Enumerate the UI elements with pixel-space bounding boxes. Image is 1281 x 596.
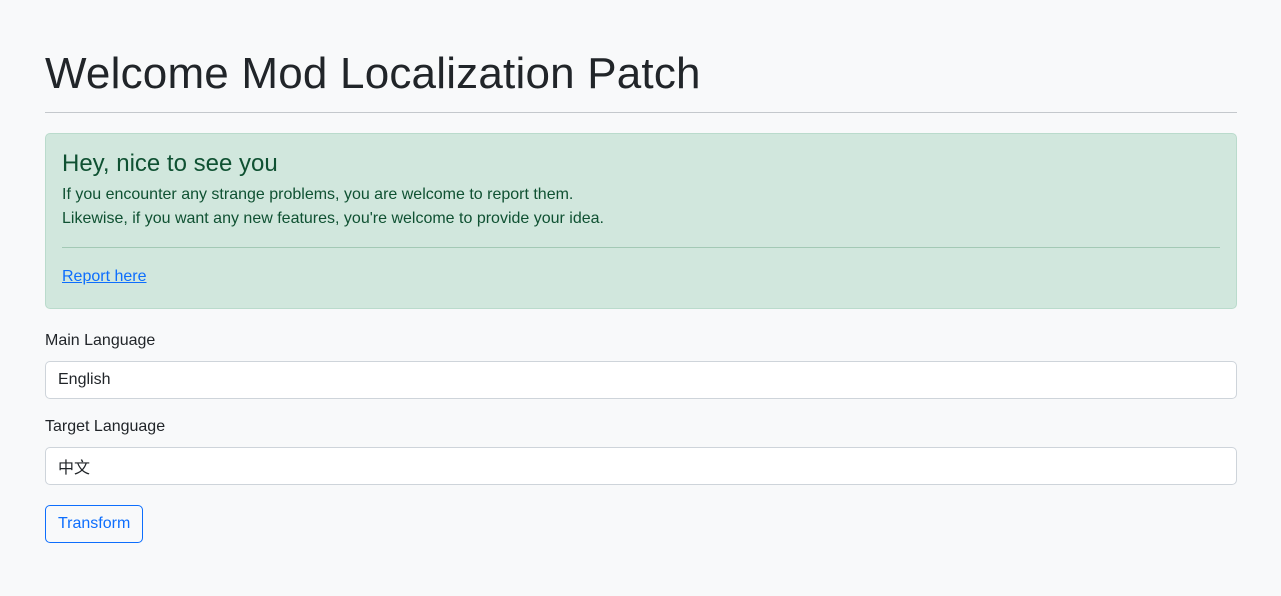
- title-divider: [45, 112, 1237, 113]
- target-language-label: Target Language: [45, 418, 166, 435]
- page-title: Welcome Mod Localization Patch: [45, 49, 701, 98]
- main-language-input[interactable]: [45, 361, 1237, 399]
- alert-message-line-1: If you encounter any strange problems, y…: [62, 186, 574, 203]
- alert-divider: [62, 247, 1220, 248]
- alert-message-line-2: Likewise, if you want any new features, …: [62, 210, 604, 227]
- main-language-label: Main Language: [45, 332, 156, 349]
- target-language-input[interactable]: [45, 447, 1237, 485]
- success-alert: Hey, nice to see you If you encounter an…: [45, 133, 1237, 309]
- transform-button[interactable]: Transform: [45, 505, 144, 543]
- alert-heading: Hey, nice to see you: [62, 150, 278, 177]
- report-link[interactable]: Report here: [62, 265, 147, 289]
- alert-message: If you encounter any strange problems, y…: [62, 183, 1220, 231]
- main-container: Welcome Mod Localization Patch Hey, nice…: [45, 0, 1237, 543]
